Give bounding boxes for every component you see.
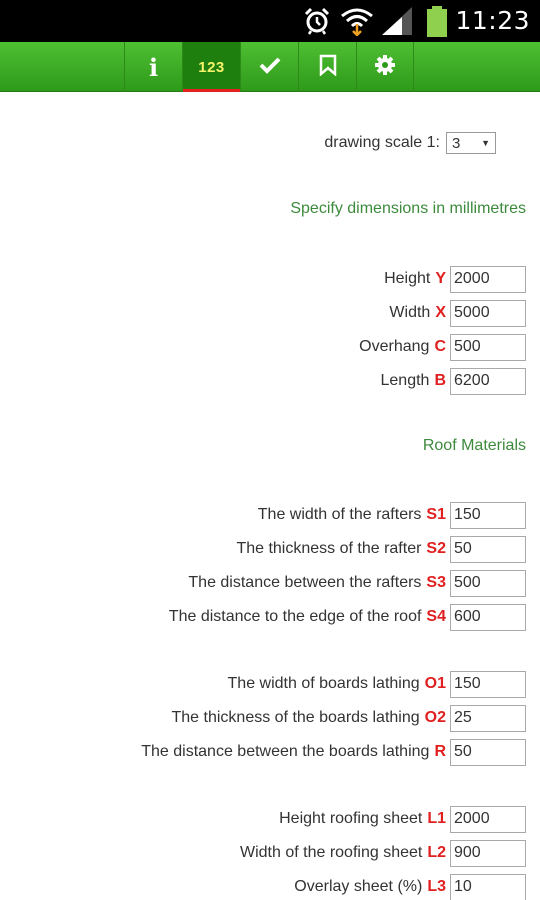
info-icon: i (148, 52, 159, 82)
lathing-width-code: O1 (424, 675, 446, 692)
roof-edge-distance-row: The distance to the edge of the roof S4 (169, 603, 526, 631)
tab-check[interactable] (240, 42, 298, 92)
rafter-distance-code: S3 (426, 574, 446, 591)
rafter-width-row: The width of the rafters S1 (258, 501, 526, 529)
rafter-thickness-field[interactable] (450, 535, 526, 563)
lathing-distance-field[interactable] (450, 738, 526, 766)
sheet-height-field[interactable] (450, 805, 526, 833)
roof-edge-distance-code: S4 (426, 608, 446, 625)
width-field[interactable] (450, 299, 526, 327)
lathing-thickness-label: The thickness of the boards lathing (171, 709, 420, 726)
rafter-distance-label: The distance between the rafters (188, 574, 422, 591)
lathing-distance-code: R (434, 743, 446, 760)
tab-bar: i 123 (124, 42, 414, 92)
lathing-width-row: The width of boards lathing O1 (228, 670, 526, 698)
sheet-width-code: L2 (427, 844, 446, 861)
length-label: Length (380, 372, 430, 389)
signal-strength-icon (380, 6, 414, 41)
rafter-width-field[interactable] (450, 501, 526, 529)
height-field[interactable] (450, 265, 526, 293)
sheet-height-row: Height roofing sheet L1 (279, 805, 526, 833)
roof-materials-title: Roof Materials (422, 437, 526, 454)
wifi-icon (340, 6, 374, 41)
sheet-height-code: L1 (427, 810, 446, 827)
rafter-distance-row: The distance between the rafters S3 (188, 569, 526, 597)
bookmark-icon (319, 54, 337, 81)
sheet-overlay-code: L3 (427, 878, 446, 895)
checkmark-icon (259, 56, 281, 79)
dropdown-arrow-icon: ▼ (481, 138, 490, 148)
rafter-width-label: The width of the rafters (257, 506, 422, 523)
sheet-overlay-field[interactable] (450, 873, 526, 900)
sheet-width-row: Width of the roofing sheet L2 (240, 839, 526, 867)
rafter-thickness-row: The thickness of the rafter S2 (236, 535, 526, 563)
length-row: Length B (380, 367, 526, 395)
battery-icon (425, 6, 449, 43)
roof-edge-distance-field[interactable] (450, 603, 526, 631)
height-code: Y (435, 270, 446, 287)
rafter-width-code: S1 (426, 506, 446, 523)
lathing-width-label: The width of boards lathing (227, 675, 420, 692)
height-row: Height Y (384, 265, 526, 293)
rafter-thickness-label: The thickness of the rafter (236, 540, 422, 557)
drawing-scale-select[interactable]: 3 ▼ (446, 132, 496, 154)
sheet-overlay-row: Overlay sheet (%) L3 (294, 873, 526, 900)
numbers-tab-label: 123 (198, 58, 225, 76)
sheet-height-label: Height roofing sheet (279, 810, 423, 827)
lathing-thickness-field[interactable] (450, 704, 526, 732)
overhang-field[interactable] (450, 333, 526, 361)
width-code: X (435, 304, 446, 321)
sheet-width-label: Width of the roofing sheet (240, 844, 423, 861)
rafter-thickness-code: S2 (426, 540, 446, 557)
toolbar: i 123 (0, 42, 540, 92)
lathing-distance-label: The distance between the boards lathing (141, 743, 430, 760)
lathing-distance-row: The distance between the boards lathing … (141, 738, 526, 766)
gear-icon (374, 54, 396, 81)
dimensions-section-title: Specify dimensions in millimetres (290, 200, 526, 217)
alarm-clock-icon (302, 6, 332, 41)
tab-numbers[interactable]: 123 (182, 42, 240, 92)
length-field[interactable] (450, 367, 526, 395)
sheet-width-field[interactable] (450, 839, 526, 867)
lathing-thickness-row: The thickness of the boards lathing O2 (171, 704, 526, 732)
rafter-distance-field[interactable] (450, 569, 526, 597)
width-row: Width X (389, 299, 526, 327)
overhang-code: C (434, 338, 446, 355)
drawing-scale-value: 3 (452, 134, 461, 152)
roof-edge-distance-label: The distance to the edge of the roof (168, 608, 422, 625)
lathing-thickness-code: O2 (424, 709, 446, 726)
tab-bookmark[interactable] (298, 42, 356, 92)
drawing-scale-row: drawing scale 1: 3 ▼ (324, 132, 496, 154)
width-label: Width (389, 304, 431, 321)
sheet-overlay-label: Overlay sheet (%) (294, 878, 423, 895)
drawing-scale-label: drawing scale 1: (324, 134, 440, 151)
tab-info[interactable]: i (124, 42, 182, 92)
tab-settings[interactable] (356, 42, 414, 92)
overhang-label: Overhang (359, 338, 430, 355)
lathing-width-field[interactable] (450, 670, 526, 698)
clock: 11:23 (455, 6, 530, 35)
height-label: Height (384, 270, 431, 287)
status-bar: 11:23 (0, 0, 540, 42)
length-code: B (434, 372, 446, 389)
overhang-row: Overhang C (359, 333, 526, 361)
